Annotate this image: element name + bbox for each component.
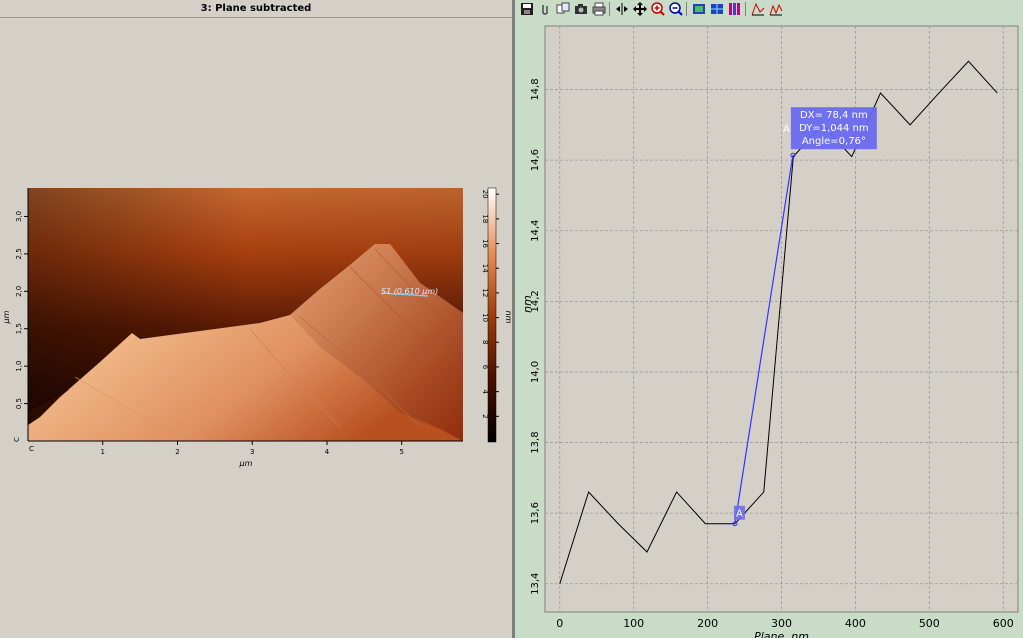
y-tick-label: 14,8 bbox=[530, 78, 541, 100]
y-tick-label: 14,0 bbox=[530, 361, 541, 383]
measure-steps-icon[interactable] bbox=[768, 2, 783, 16]
y-tick-label: 13,6 bbox=[530, 502, 541, 524]
camera-icon[interactable] bbox=[573, 2, 588, 16]
x-axis-label: Plane, nm bbox=[754, 630, 809, 638]
color-bar-tick-label: 4 bbox=[481, 389, 489, 394]
afm-height-map[interactable]: S1 (0,610 µm) bbox=[28, 188, 463, 442]
measure-peak-icon[interactable] bbox=[750, 2, 765, 16]
image-y-ticks: 0,5 1,0 1,5 2,0 2,5 3,0 bbox=[15, 211, 28, 409]
grid-icon[interactable] bbox=[709, 2, 724, 16]
image-x-tick-label: 3 bbox=[250, 448, 254, 456]
y-tick-label: 13,4 bbox=[530, 573, 541, 595]
x-tick-labels: 0 100 200 300 400 500 600 bbox=[556, 617, 1013, 630]
measurement-info-line: DX= 78,4 nm bbox=[800, 110, 868, 121]
image-panel: 3: Plane subtracted S1 (0,610 µm) 1 2 3 … bbox=[0, 0, 512, 638]
y-tick-label: 14,6 bbox=[530, 149, 541, 171]
x-tick-label: 500 bbox=[919, 617, 940, 630]
fit-icon[interactable] bbox=[691, 2, 706, 16]
x-tick-label: 400 bbox=[845, 617, 866, 630]
image-x-tick-label: 2 bbox=[175, 448, 179, 456]
color-bar-tick-label: 18 bbox=[481, 214, 489, 223]
image-y-tick-label: 1,5 bbox=[15, 323, 23, 334]
height-profile-chart[interactable]: 13,413,613,814,014,214,414,614,8 0 100 200… bbox=[515, 18, 1023, 638]
y-tick-labels: 13,413,613,814,014,214,414,614,8 bbox=[530, 78, 541, 594]
color-bar-tick-label: 16 bbox=[481, 239, 489, 248]
zoom-out-icon[interactable] bbox=[668, 2, 683, 16]
color-bar-tick-label: 2 bbox=[481, 414, 489, 418]
color-bar-tick-label: 10 bbox=[481, 313, 489, 322]
x-tick-label: 0 bbox=[556, 617, 563, 630]
measurement-info-line: DY=1,044 nm bbox=[799, 123, 869, 134]
image-x-tick-label: 4 bbox=[325, 448, 330, 456]
zoom-in-icon[interactable] bbox=[650, 2, 665, 16]
chart-toolbar bbox=[515, 0, 1023, 18]
print-icon[interactable] bbox=[591, 2, 606, 16]
measurement-info-line: Angle=0,76° bbox=[802, 136, 866, 147]
clip-icon[interactable] bbox=[537, 2, 552, 16]
image-x-tick-label: 1 bbox=[101, 448, 105, 456]
image-y-zero: C bbox=[13, 437, 21, 442]
y-axis-label: nm bbox=[521, 295, 534, 313]
color-bar-label: nm bbox=[504, 311, 512, 324]
color-bar-tick-label: 8 bbox=[481, 340, 489, 344]
image-y-tick-label: 1,0 bbox=[15, 361, 23, 372]
x-tick-label: 200 bbox=[697, 617, 718, 630]
color-bar-tick-label: 6 bbox=[481, 365, 489, 370]
image-x-axis-label: µm bbox=[239, 459, 253, 468]
image-x-zero: C bbox=[29, 445, 34, 453]
y-tick-label: 14,4 bbox=[530, 220, 541, 242]
measurement-marker-label: A bbox=[736, 509, 743, 520]
copy-values-icon[interactable] bbox=[555, 2, 570, 16]
afm-image-view: S1 (0,610 µm) 12345 0,51,01,52,02,53,0 µ… bbox=[2, 187, 512, 468]
image-y-tick-label: 0,5 bbox=[15, 398, 23, 409]
color-bar: 2 4 6 8 10 12 14 16 18 20 nm bbox=[481, 187, 512, 443]
measurement-info-prefix: A bbox=[783, 124, 790, 135]
profile-panel: 13,4 13,6 13,8 14,0 14,2 14,4 14,6 14,8 0 100 200… bbox=[515, 0, 1023, 638]
image-y-tick-label: 2,5 bbox=[15, 248, 23, 259]
image-y-tick-label: 3,0 bbox=[15, 211, 23, 222]
color-bars-icon[interactable] bbox=[727, 2, 742, 16]
pan-icon[interactable] bbox=[632, 2, 647, 16]
image-y-axis-label: µm bbox=[2, 310, 11, 324]
color-bar-tick-label: 14 bbox=[481, 264, 489, 273]
panel-title: 3: Plane subtracted bbox=[0, 0, 512, 18]
cursor-arrows-icon[interactable] bbox=[614, 2, 629, 16]
x-tick-label: 100 bbox=[623, 617, 644, 630]
image-y-tick-label: 2,0 bbox=[15, 286, 23, 297]
image-x-tick-label: 5 bbox=[399, 448, 403, 456]
save-icon[interactable] bbox=[519, 2, 534, 16]
x-tick-label: 300 bbox=[771, 617, 792, 630]
color-bar-tick-label: 12 bbox=[481, 288, 489, 297]
image-x-ticks: 1 2 3 4 5 bbox=[101, 441, 404, 456]
x-tick-label: 600 bbox=[993, 617, 1014, 630]
y-tick-label: 13,8 bbox=[530, 431, 541, 453]
color-bar-tick-label: 20 bbox=[481, 190, 489, 199]
section-label: S1 (0,610 µm) bbox=[381, 287, 438, 296]
